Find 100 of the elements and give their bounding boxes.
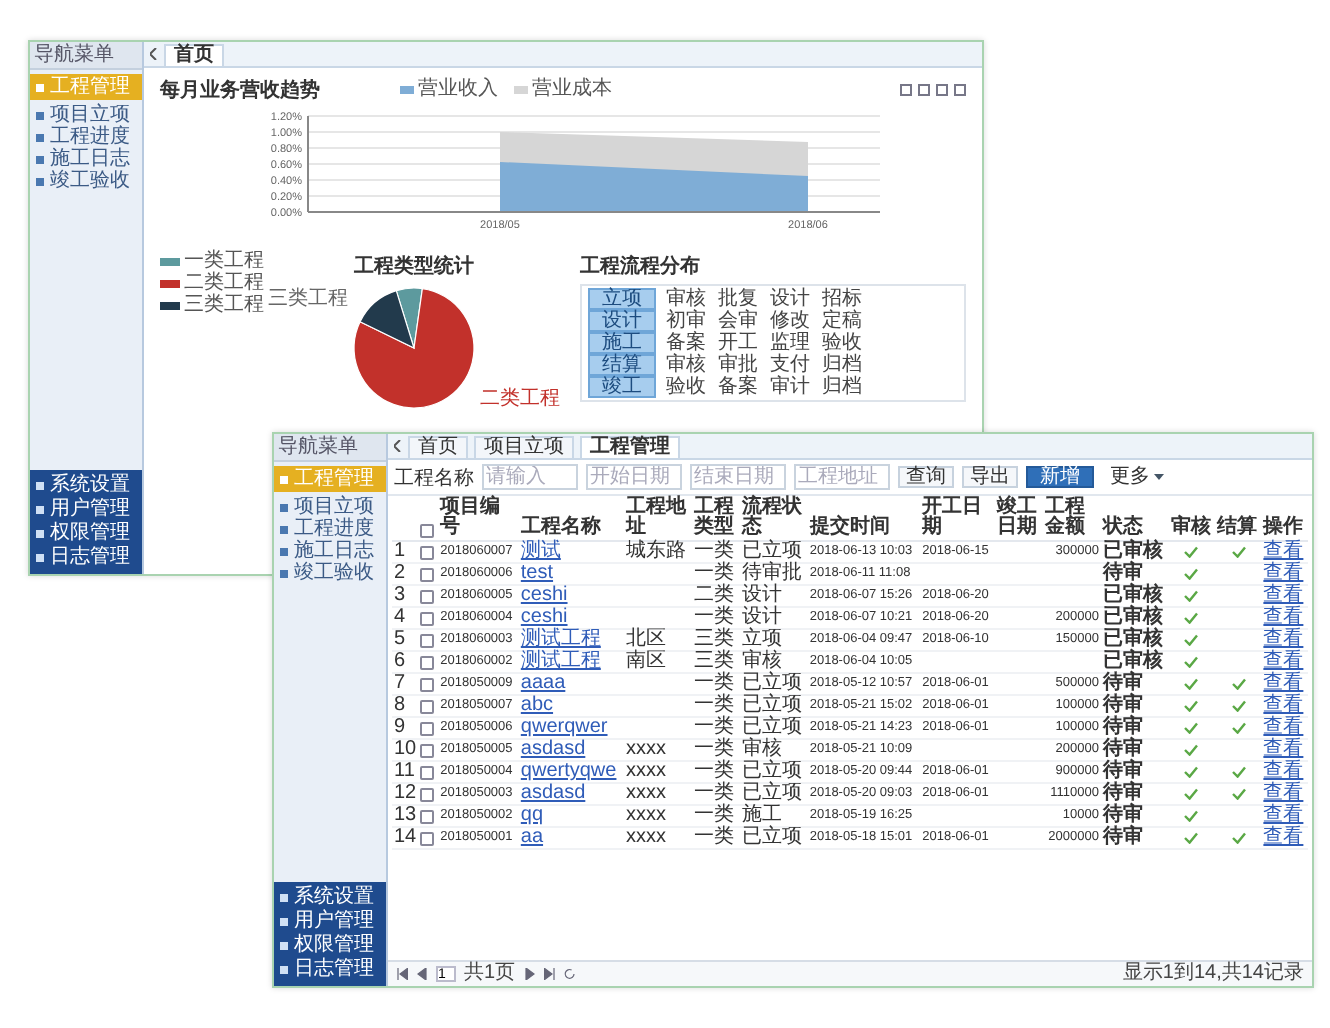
tab[interactable]: 首页 bbox=[164, 44, 224, 66]
column-header[interactable]: 结算 bbox=[1214, 496, 1262, 541]
row-checkbox[interactable] bbox=[420, 567, 435, 581]
sidebar-link[interactable]: 用户管理 bbox=[274, 910, 386, 934]
link[interactable]: 测试工程 bbox=[520, 628, 601, 650]
column-header[interactable]: 开工日期 bbox=[920, 496, 995, 541]
link[interactable]: 查看 bbox=[1263, 672, 1304, 694]
link[interactable]: 查看 bbox=[1263, 804, 1304, 826]
row-checkbox[interactable] bbox=[420, 765, 435, 779]
row-number: 3 bbox=[392, 585, 419, 607]
toolbar-button[interactable]: 导出 bbox=[962, 466, 1018, 488]
next-page-icon[interactable] bbox=[523, 968, 536, 980]
column-header[interactable]: 提交时间 bbox=[807, 496, 921, 541]
legend-label: 一类工程 bbox=[184, 252, 264, 272]
input-field[interactable]: 结束日期 bbox=[690, 464, 786, 490]
link[interactable]: 查看 bbox=[1263, 650, 1304, 672]
sidebar-item[interactable]: 施工日志 bbox=[274, 540, 386, 562]
link[interactable]: 测试 bbox=[520, 540, 561, 562]
link[interactable]: test bbox=[520, 562, 554, 584]
sidebar-link[interactable]: 系统设置 bbox=[274, 886, 386, 910]
row-checkbox[interactable] bbox=[420, 743, 435, 757]
sidebar-item[interactable]: 竣工验收 bbox=[274, 562, 386, 584]
row-checkbox[interactable] bbox=[420, 589, 435, 603]
table-cell: 会审 bbox=[716, 311, 760, 331]
link[interactable]: 查看 bbox=[1263, 606, 1304, 628]
link[interactable]: 查看 bbox=[1263, 826, 1304, 848]
row-checkbox[interactable] bbox=[420, 787, 435, 801]
link[interactable]: aaaa bbox=[520, 672, 566, 694]
column-header[interactable]: 工程地址 bbox=[624, 496, 692, 541]
sidebar-item[interactable]: 竣工验收 bbox=[30, 170, 142, 192]
link[interactable]: qwertyqwe bbox=[520, 760, 617, 782]
column-header[interactable]: 状态 bbox=[1100, 496, 1169, 541]
row-number: 11 bbox=[392, 761, 419, 783]
tab[interactable]: 项目立项 bbox=[474, 436, 574, 458]
last-page-icon[interactable] bbox=[543, 968, 556, 980]
sidebar-link[interactable]: 权限管理 bbox=[30, 522, 142, 546]
sidebar-link[interactable]: 日志管理 bbox=[274, 958, 386, 982]
row-number: 6 bbox=[392, 651, 419, 673]
tab[interactable]: 首页 bbox=[408, 436, 468, 458]
link[interactable]: 查看 bbox=[1263, 628, 1304, 650]
table-cell: 归档 bbox=[820, 377, 864, 397]
column-header[interactable]: 工程类型 bbox=[691, 496, 741, 541]
table-cell: 待审 bbox=[1102, 672, 1143, 694]
table-cell: 支付 bbox=[768, 355, 812, 375]
row-checkbox[interactable] bbox=[420, 809, 435, 823]
input-field[interactable]: 工程地址 bbox=[794, 464, 890, 490]
input-field[interactable]: 开始日期 bbox=[586, 464, 682, 490]
link[interactable]: 查看 bbox=[1263, 694, 1304, 716]
sidebar-item[interactable]: 施工日志 bbox=[30, 148, 142, 170]
sidebar-link[interactable]: 系统设置 bbox=[30, 474, 142, 498]
table-title: 工程流程分布 bbox=[580, 252, 702, 280]
tab[interactable]: 工程管理 bbox=[580, 436, 680, 458]
link[interactable]: 测试工程 bbox=[520, 650, 601, 672]
sidebar-link[interactable]: 用户管理 bbox=[30, 498, 142, 522]
column-header[interactable]: 项目编号 bbox=[438, 496, 519, 541]
link[interactable]: abc bbox=[520, 694, 554, 716]
link[interactable]: asdasd bbox=[520, 738, 586, 760]
table-cell: 已立项 bbox=[742, 694, 803, 716]
bullet-icon bbox=[36, 111, 44, 119]
sidebar-item[interactable]: 项目立项 bbox=[30, 104, 142, 126]
first-page-icon[interactable] bbox=[396, 968, 408, 980]
column-header[interactable]: 操作 bbox=[1261, 496, 1308, 541]
column-header[interactable]: 工程名称 bbox=[518, 496, 624, 541]
link[interactable]: 查看 bbox=[1263, 584, 1304, 606]
row-checkbox[interactable] bbox=[420, 721, 435, 735]
bullet-icon bbox=[280, 503, 288, 511]
row-checkbox[interactable] bbox=[420, 831, 435, 845]
row-checkbox[interactable] bbox=[420, 655, 435, 669]
row-checkbox[interactable] bbox=[420, 545, 435, 559]
sidebar-item[interactable]: 工程进度 bbox=[274, 518, 386, 540]
link[interactable]: 查看 bbox=[1263, 760, 1304, 782]
toolbar-button[interactable]: 新增 bbox=[1026, 466, 1094, 488]
sidebar-item[interactable]: 工程进度 bbox=[30, 126, 142, 148]
link[interactable]: ceshi bbox=[520, 606, 568, 628]
sidebar-link[interactable]: 权限管理 bbox=[274, 934, 386, 958]
link[interactable]: 查看 bbox=[1263, 540, 1304, 562]
refresh-icon[interactable] bbox=[563, 968, 576, 980]
row-checkbox[interactable] bbox=[420, 677, 435, 691]
row-checkbox[interactable] bbox=[420, 611, 435, 625]
link[interactable]: 查看 bbox=[1263, 782, 1304, 804]
link[interactable]: 查看 bbox=[1263, 716, 1304, 738]
select-all-checkbox[interactable] bbox=[420, 524, 435, 538]
row-checkbox[interactable] bbox=[420, 699, 435, 713]
link[interactable]: ceshi bbox=[520, 584, 568, 606]
link[interactable]: 查看 bbox=[1263, 562, 1304, 584]
toolbar-button[interactable]: 查询 bbox=[898, 466, 954, 488]
input-field[interactable]: 请输入 bbox=[482, 464, 578, 490]
column-header[interactable]: 竣工日期 bbox=[994, 496, 1044, 541]
prev-page-icon[interactable] bbox=[416, 968, 428, 980]
link[interactable]: qq bbox=[520, 804, 544, 826]
sidebar-link[interactable]: 日志管理 bbox=[30, 546, 142, 570]
link[interactable]: qwerqwer bbox=[520, 716, 608, 738]
column-header[interactable]: 工程金额 bbox=[1043, 496, 1101, 541]
link[interactable]: 查看 bbox=[1263, 738, 1304, 760]
link[interactable]: asdasd bbox=[520, 782, 586, 804]
column-header[interactable]: 流程状态 bbox=[740, 496, 808, 541]
sidebar-item[interactable]: 项目立项 bbox=[274, 496, 386, 518]
row-checkbox[interactable] bbox=[420, 633, 435, 647]
link[interactable]: aa bbox=[520, 826, 544, 848]
column-header[interactable]: 审核 bbox=[1168, 496, 1215, 541]
